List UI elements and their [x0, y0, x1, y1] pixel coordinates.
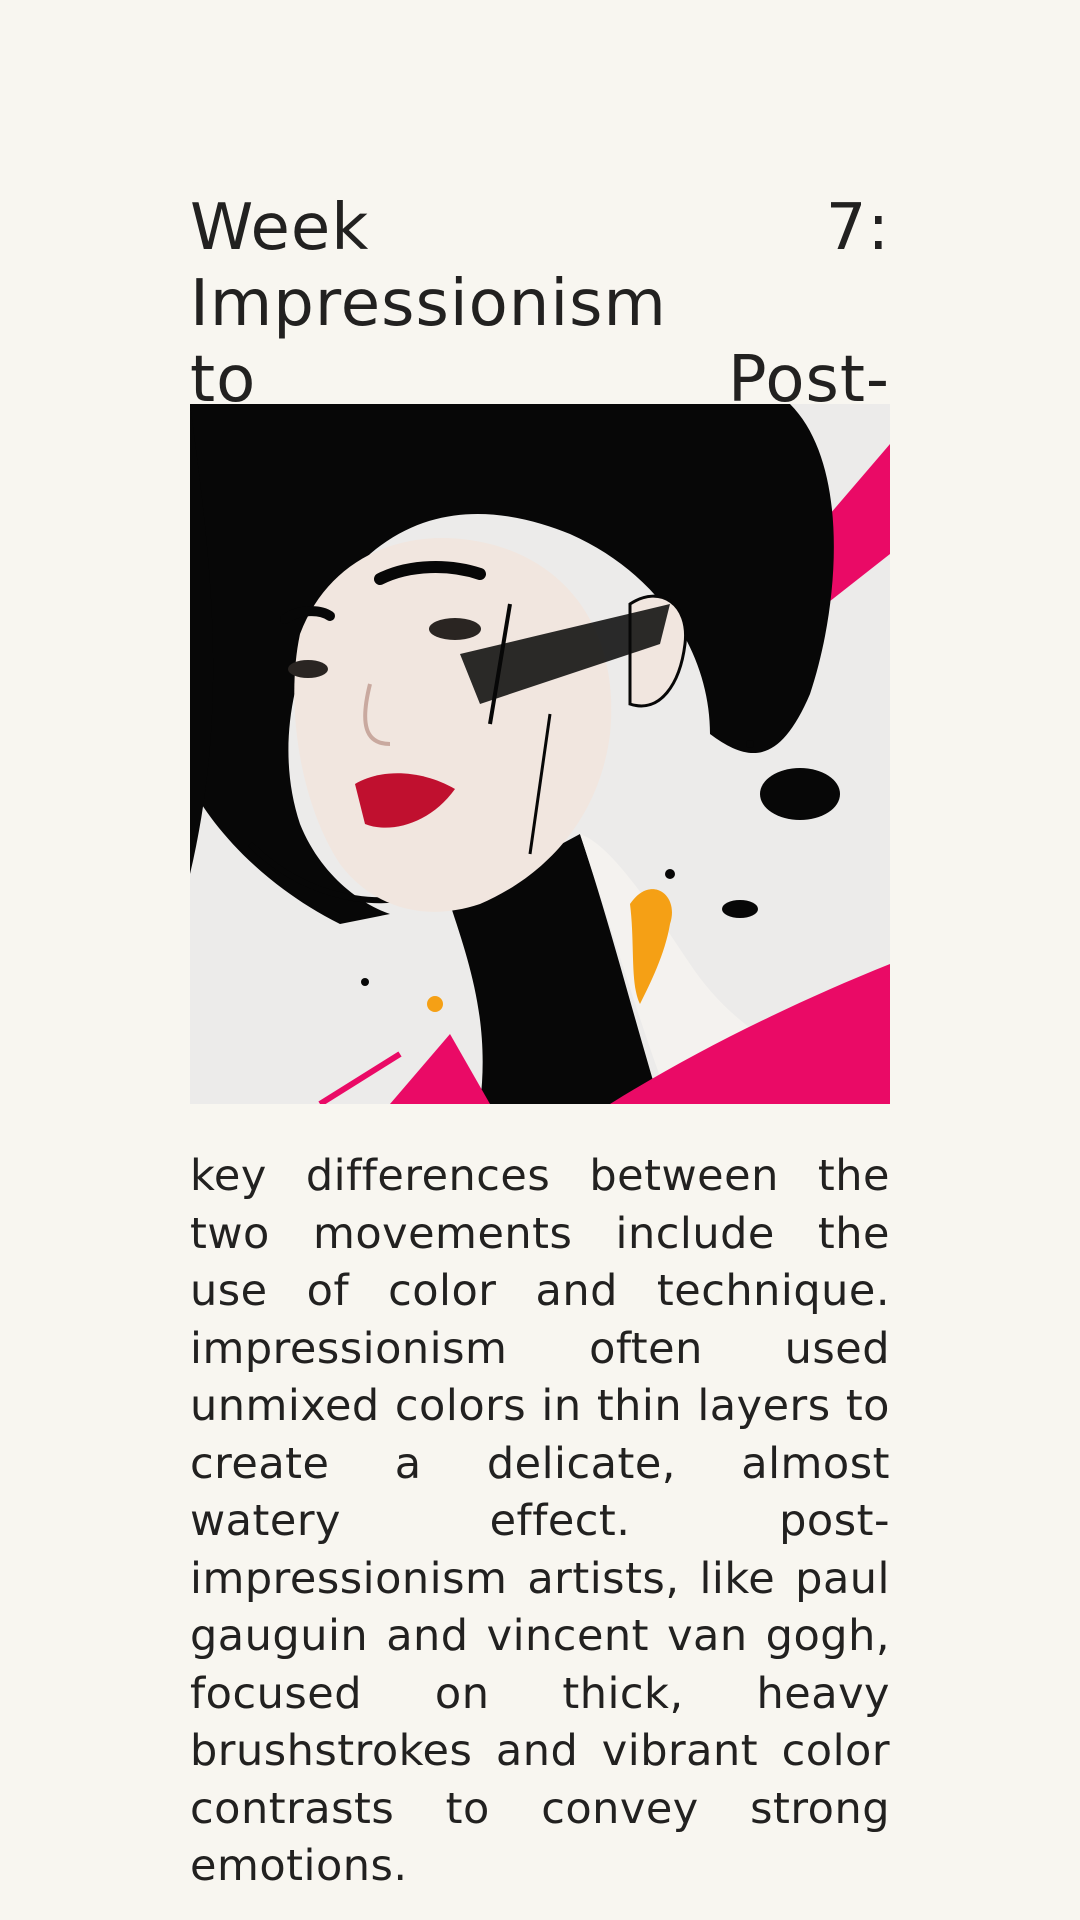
lesson-paragraph: key differences between the two movement… [190, 1151, 890, 1891]
title-line-1: Week 7: Impressionism [190, 191, 890, 341]
portrait-illustration-icon [190, 404, 890, 1104]
portrait-illustration [190, 404, 890, 1104]
lesson-page: Week 7: Impressionism to Post-Impression… [190, 0, 890, 1920]
